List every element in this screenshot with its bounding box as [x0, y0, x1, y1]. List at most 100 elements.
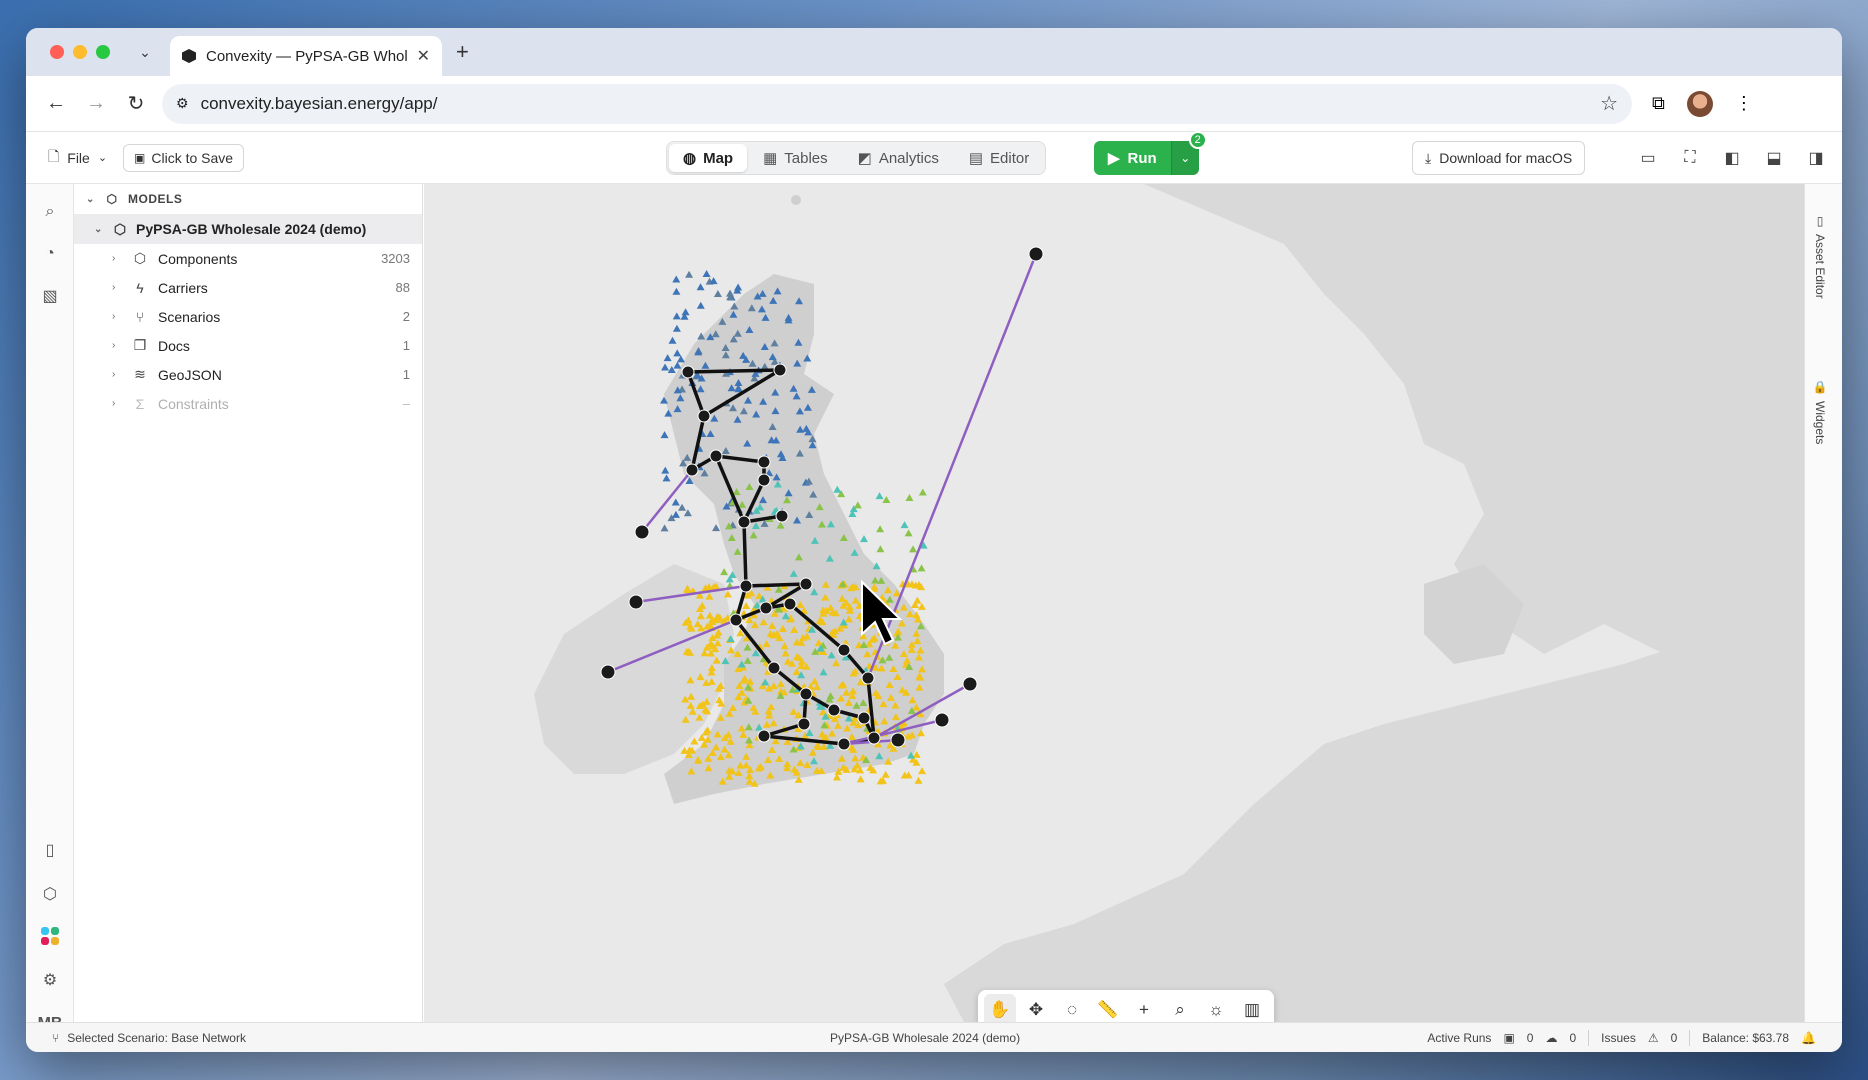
tab-tables[interactable]: ▦ Tables [749, 144, 842, 172]
transmission-line[interactable] [745, 582, 807, 588]
pan-hand-icon[interactable]: ✋ [984, 994, 1016, 1022]
map-canvas[interactable] [424, 184, 1804, 1022]
file-menu-button[interactable]: 🗋 File ⌄ [40, 142, 115, 174]
add-icon[interactable]: + [1128, 994, 1160, 1022]
minimize-window-button[interactable] [73, 45, 87, 59]
slack-icon[interactable] [38, 924, 62, 948]
bus-node[interactable] [681, 365, 695, 379]
asset-editor-tab[interactable]: ▯ Asset Editor [1813, 214, 1827, 299]
transmission-line[interactable] [687, 368, 781, 374]
model-status: PyPSA-GB Wholesale 2024 (demo) [830, 1030, 1021, 1045]
issues-label[interactable]: Issues [1601, 1031, 1636, 1045]
models-section-header[interactable]: ⌄ ⬡ MODELS [74, 184, 422, 214]
bus-node[interactable] [709, 449, 723, 463]
interconnector-bus-node[interactable] [634, 524, 650, 540]
bus-node[interactable] [867, 731, 881, 745]
maximize-window-button[interactable] [96, 45, 110, 59]
bus-node[interactable] [837, 643, 851, 657]
bus-node[interactable] [861, 671, 875, 685]
panel-icon: ▯ [1813, 214, 1827, 228]
network-map[interactable]: ✋ ✥ ◌ 📏 + ⌕ ☼ ▥ [424, 184, 1804, 1022]
run-options-button[interactable]: ⌄ 2 [1170, 131, 1207, 175]
search-icon[interactable]: ⌕ [38, 200, 62, 224]
scenario-status[interactable]: ⑂ Selected Scenario: Base Network [52, 1031, 246, 1045]
zoom-search-icon[interactable]: ⌕ [1164, 994, 1196, 1022]
tab-analytics[interactable]: ◩ Analytics [844, 144, 953, 172]
url-field[interactable]: ⚙ convexity.bayesian.energy/app/ ☆ [162, 83, 1632, 124]
comment-icon[interactable]: ▭ [1636, 146, 1660, 170]
interconnector-bus-node[interactable] [890, 732, 906, 748]
bus-node[interactable] [757, 729, 771, 743]
bus-node[interactable] [759, 601, 773, 615]
measure-ruler-icon[interactable]: 📏 [1092, 994, 1124, 1022]
back-button[interactable]: ← [36, 84, 76, 124]
model-item[interactable]: ⌄ ⬡ PyPSA-GB Wholesale 2024 (demo) [74, 214, 422, 244]
bus-node[interactable] [797, 717, 811, 731]
tree-item-geojson[interactable]: › ≋ GeoJSON 1 [74, 360, 422, 389]
new-tab-button[interactable]: + [456, 39, 469, 65]
bus-node[interactable] [767, 661, 781, 675]
bus-node[interactable] [685, 463, 699, 477]
interconnector-bus-node[interactable] [934, 712, 950, 728]
settings-gear-icon[interactable]: ⚙ [38, 968, 62, 992]
map-layers-icon[interactable]: ▥ [1236, 994, 1268, 1022]
bus-node[interactable] [799, 577, 813, 591]
package-icon[interactable]: ⬡ [38, 882, 62, 906]
bus-node[interactable] [737, 515, 751, 529]
cube-icon: ⬡ [113, 220, 127, 237]
bus-node[interactable] [783, 597, 797, 611]
bus-node[interactable] [757, 473, 771, 487]
weather-icon[interactable]: ☼ [1200, 994, 1232, 1022]
history-icon[interactable]: ◔ [38, 242, 62, 266]
tree-item-docs[interactable]: › ❐ Docs 1 [74, 331, 422, 360]
browser-menu-icon[interactable]: ⋮ [1735, 93, 1753, 114]
bus-node[interactable] [739, 579, 753, 593]
fullscreen-icon[interactable]: ⛶ [1678, 146, 1702, 170]
save-button[interactable]: ▣ Click to Save [123, 143, 245, 172]
interconnector-bus-node[interactable] [628, 594, 644, 610]
bus-node[interactable] [837, 737, 851, 751]
tab-search-button[interactable]: ⌄ [130, 37, 160, 67]
chevron-down-icon: ⌄ [97, 152, 108, 164]
widgets-tab[interactable]: 🔒 Widgets [1813, 380, 1827, 444]
tab-editor[interactable]: ▤ Editor [955, 144, 1043, 172]
tree-item-components[interactable]: › ⬡ Components 3203 [74, 244, 422, 273]
interconnector-bus-node[interactable] [1028, 246, 1044, 262]
lasso-icon[interactable]: ◌ [1056, 994, 1088, 1022]
profile-avatar[interactable] [1686, 90, 1713, 117]
book-icon[interactable]: ▯ [38, 838, 62, 862]
bus-node[interactable] [827, 703, 841, 717]
bus-node[interactable] [857, 711, 871, 725]
chevron-down-icon: ⌄ [139, 43, 151, 60]
tree-item-carriers[interactable]: › ϟ Carriers 88 [74, 273, 422, 302]
left-panel-toggle-icon[interactable]: ◧ [1720, 146, 1744, 170]
bus-node[interactable] [757, 455, 771, 469]
site-settings-icon[interactable]: ⚙ [176, 95, 189, 112]
download-macos-button[interactable]: ⤓ Download for macOS [1412, 141, 1586, 175]
bottom-panel-toggle-icon[interactable]: ⬓ [1762, 146, 1786, 170]
interconnector-bus-node[interactable] [962, 676, 978, 692]
run-button[interactable]: ▶ Run [1094, 141, 1171, 175]
extensions-icon[interactable]: ⧉ [1652, 93, 1665, 114]
bus-node[interactable] [697, 409, 711, 423]
tree-item-scenarios[interactable]: › ⑂ Scenarios 2 [74, 302, 422, 331]
forward-button[interactable]: → [76, 84, 116, 124]
interconnector-bus-node[interactable] [600, 664, 616, 680]
right-panel-toggle-icon[interactable]: ◨ [1804, 146, 1828, 170]
close-window-button[interactable] [50, 45, 64, 59]
browser-tab[interactable]: Convexity — PyPSA-GB Whol ✕ [170, 36, 442, 76]
transmission-line[interactable] [742, 521, 748, 587]
bus-node[interactable] [773, 363, 787, 377]
bus-node[interactable] [799, 687, 813, 701]
bus-node[interactable] [775, 509, 789, 523]
bookmark-star-icon[interactable]: ☆ [1600, 91, 1618, 116]
library-icon[interactable]: ▧ [38, 284, 62, 308]
bell-icon[interactable]: 🔔 [1801, 1031, 1816, 1045]
tree-item-constraints[interactable]: › Σ Constraints – [74, 389, 422, 418]
tab-map[interactable]: ◍ Map [669, 144, 748, 172]
move-icon[interactable]: ✥ [1020, 994, 1052, 1022]
models-section-title: MODELS [128, 192, 183, 206]
close-tab-icon[interactable]: ✕ [417, 46, 430, 66]
bus-node[interactable] [729, 613, 743, 627]
reload-button[interactable]: ↻ [116, 84, 156, 124]
